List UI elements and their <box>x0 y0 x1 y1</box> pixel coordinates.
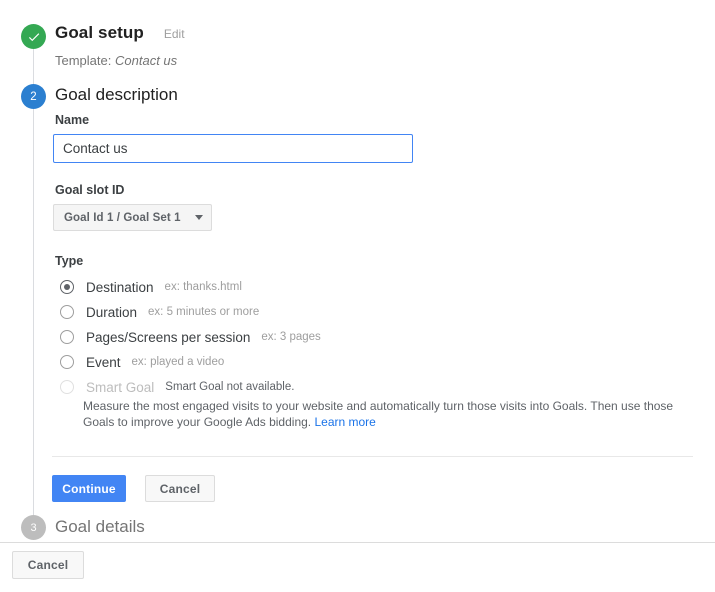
radio-smart-goal-hint: Smart Goal not available. <box>165 381 295 393</box>
chevron-down-icon <box>194 215 203 220</box>
name-input[interactable] <box>53 134 413 163</box>
radio-option-destination[interactable]: Destination ex: thanks.html <box>60 278 242 296</box>
radio-destination-hint: ex: thanks.html <box>164 281 242 293</box>
goal-slot-value: Goal Id 1 / Goal Set 1 <box>64 211 181 224</box>
type-label: Type <box>55 254 84 268</box>
radio-duration-icon[interactable] <box>60 305 74 319</box>
radio-smart-goal-label: Smart Goal <box>86 379 155 395</box>
edit-goal-setup-link[interactable]: Edit <box>164 27 185 41</box>
step-3-badge: 3 <box>21 515 46 540</box>
radio-pages-per-session-hint: ex: 3 pages <box>261 331 321 343</box>
radio-option-smart-goal: Smart Goal Smart Goal not available. <box>60 378 294 396</box>
learn-more-link[interactable]: Learn more <box>314 415 375 429</box>
step-3-title: Goal details <box>55 517 145 536</box>
smart-goal-description-text: Measure the most engaged visits to your … <box>83 399 674 429</box>
cancel-button[interactable]: Cancel <box>145 475 215 502</box>
wizard-connector-line <box>33 46 34 530</box>
step-2-badge: 2 <box>21 84 46 109</box>
step-2-title: Goal description <box>55 85 178 104</box>
smart-goal-description: Measure the most engaged visits to your … <box>83 398 683 430</box>
template-value: Contact us <box>115 53 178 68</box>
radio-option-duration[interactable]: Duration ex: 5 minutes or more <box>60 303 259 321</box>
goal-slot-label: Goal slot ID <box>55 183 125 197</box>
radio-smart-goal-icon <box>60 380 74 394</box>
footer-divider <box>0 542 715 543</box>
radio-option-event[interactable]: Event ex: played a video <box>60 353 224 371</box>
radio-duration-label: Duration <box>86 304 138 320</box>
radio-pages-per-session-label: Pages/Screens per session <box>86 329 251 345</box>
name-field-label: Name <box>55 113 90 127</box>
template-label: Template: <box>55 53 112 68</box>
continue-button[interactable]: Continue <box>52 475 126 502</box>
radio-pages-per-session-icon[interactable] <box>60 330 74 344</box>
radio-event-hint: ex: played a video <box>131 356 225 368</box>
step-1-title: Goal setup <box>55 23 144 42</box>
step-1-check-icon <box>21 24 46 49</box>
radio-option-pages-per-session[interactable]: Pages/Screens per session ex: 3 pages <box>60 328 321 346</box>
template-summary: Template: Contact us <box>55 53 177 68</box>
radio-destination-icon[interactable] <box>60 280 74 294</box>
radio-event-label: Event <box>86 354 121 370</box>
section-divider <box>52 456 693 457</box>
goal-slot-dropdown[interactable]: Goal Id 1 / Goal Set 1 <box>53 204 212 231</box>
radio-duration-hint: ex: 5 minutes or more <box>148 306 260 318</box>
radio-event-icon[interactable] <box>60 355 74 369</box>
radio-destination-label: Destination <box>86 279 154 295</box>
footer-cancel-button[interactable]: Cancel <box>12 551 84 579</box>
step-1-header: Goal setup Edit <box>55 23 185 43</box>
